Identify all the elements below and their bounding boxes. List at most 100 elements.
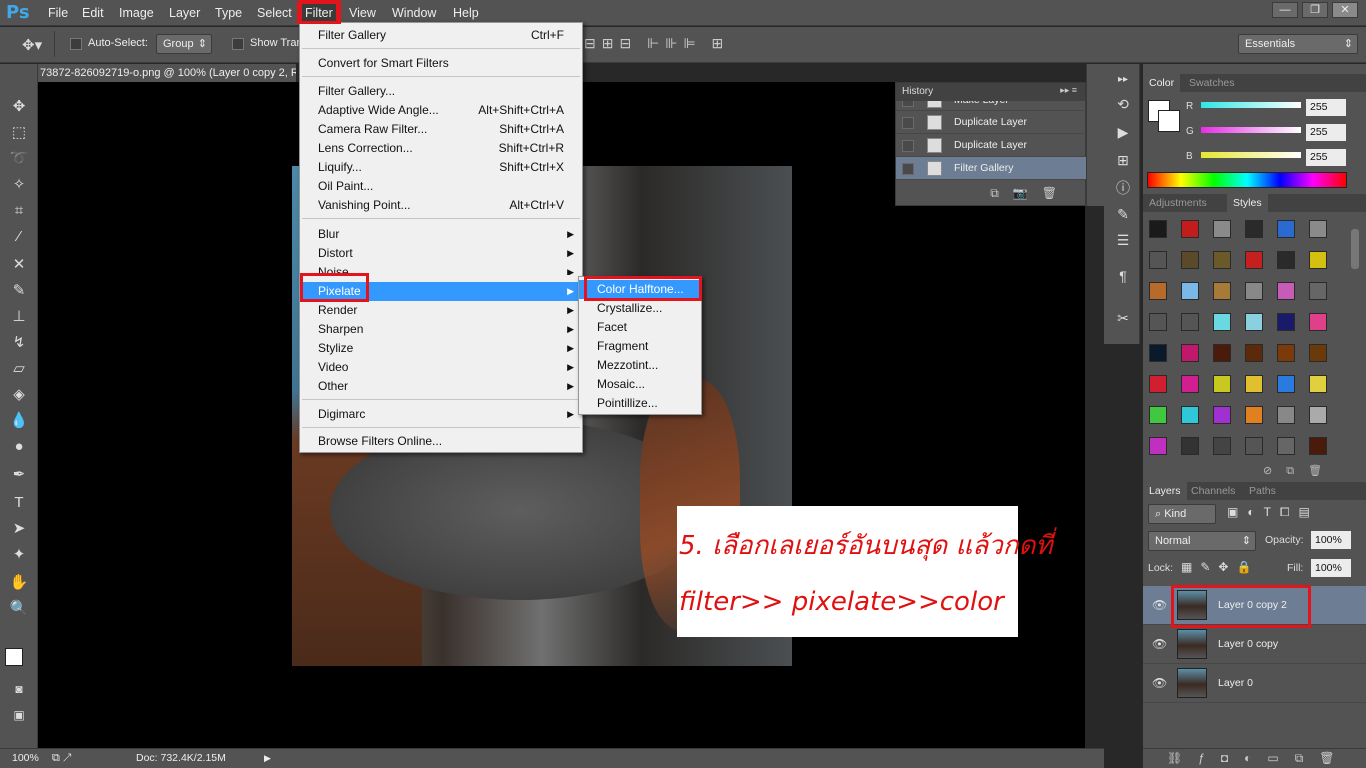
layer-row[interactable]: 👁 Layer 0 copy: [1143, 625, 1366, 664]
history-checkbox[interactable]: [902, 163, 914, 175]
dodge-tool-icon[interactable]: ●: [8, 436, 30, 458]
expand-icon[interactable]: ▸▸: [1113, 70, 1133, 90]
paint-bucket-icon[interactable]: ◈: [8, 384, 30, 406]
zoom-level[interactable]: 100%: [12, 749, 39, 768]
screen-mode-icon[interactable]: ▣: [8, 704, 30, 726]
style-swatch[interactable]: [1309, 313, 1327, 331]
tab-adjustments[interactable]: Adjustments: [1143, 194, 1213, 212]
style-swatch[interactable]: [1213, 282, 1231, 300]
paragraph-panel-icon[interactable]: ¶: [1113, 266, 1133, 286]
layer-row[interactable]: 👁 Layer 0: [1143, 664, 1366, 703]
minimize-button[interactable]: —: [1272, 2, 1298, 18]
style-swatch[interactable]: [1181, 220, 1199, 238]
style-swatch[interactable]: [1277, 251, 1295, 269]
style-swatch[interactable]: [1245, 282, 1263, 300]
workspace-dropdown[interactable]: Essentials ⇕: [1238, 34, 1358, 54]
style-swatch[interactable]: [1277, 406, 1295, 424]
healing-brush-icon[interactable]: ✕: [8, 254, 30, 276]
style-swatch[interactable]: [1245, 437, 1263, 455]
marquee-tool-icon[interactable]: ⬚: [8, 122, 30, 144]
shape-tool-icon[interactable]: ✦: [8, 544, 30, 566]
style-swatch[interactable]: [1277, 220, 1295, 238]
menu-item-other[interactable]: Other ▶: [300, 377, 582, 396]
background-color-chip[interactable]: [1158, 110, 1180, 132]
layers-footer-icons[interactable]: ⛓ƒ◘◐▭⧉🗑: [1143, 748, 1366, 768]
style-swatch[interactable]: [1149, 251, 1167, 269]
stamp-tool-icon[interactable]: ⊥: [8, 306, 30, 328]
restore-button[interactable]: ❐: [1302, 2, 1328, 18]
style-swatch[interactable]: [1213, 220, 1231, 238]
styles-footer-icons[interactable]: ⊘⧉🗑: [1263, 464, 1336, 478]
style-swatch[interactable]: [1181, 375, 1199, 393]
submenu-mezzotint[interactable]: Mezzotint...: [579, 356, 701, 375]
style-swatch[interactable]: [1213, 313, 1231, 331]
menu-item-browse-online[interactable]: Browse Filters Online...: [300, 432, 582, 451]
eye-icon[interactable]: 👁: [1152, 637, 1167, 651]
submenu-facet[interactable]: Facet: [579, 318, 701, 337]
style-swatch[interactable]: [1309, 251, 1327, 269]
fill-field[interactable]: 100%: [1311, 559, 1351, 577]
menu-select[interactable]: Select: [255, 0, 294, 26]
submenu-fragment[interactable]: Fragment: [579, 337, 701, 356]
menu-file[interactable]: File: [46, 0, 70, 26]
menu-item-convert-smart[interactable]: Convert for Smart Filters: [300, 54, 582, 73]
style-swatch[interactable]: [1181, 251, 1199, 269]
style-swatch[interactable]: [1245, 251, 1263, 269]
menu-edit[interactable]: Edit: [80, 0, 106, 26]
style-swatch[interactable]: [1277, 437, 1295, 455]
menu-item-sharpen[interactable]: Sharpen ▶: [300, 320, 582, 339]
red-value[interactable]: 255: [1306, 99, 1346, 116]
brush-tool-icon[interactable]: ✎: [8, 280, 30, 302]
tab-swatches[interactable]: Swatches: [1183, 74, 1241, 92]
history-panel-icon[interactable]: ⟲: [1113, 94, 1133, 114]
opacity-field[interactable]: 100%: [1311, 531, 1351, 549]
history-brush-icon[interactable]: ↯: [8, 332, 30, 354]
properties-panel-icon[interactable]: ⊞: [1113, 150, 1133, 170]
quick-mask-icon[interactable]: ◙: [8, 678, 30, 700]
eyedropper-icon[interactable]: ⁄: [8, 226, 30, 248]
blue-slider[interactable]: [1201, 152, 1301, 158]
style-swatch[interactable]: [1149, 375, 1167, 393]
magic-wand-icon[interactable]: ✧: [8, 174, 30, 196]
lasso-tool-icon[interactable]: ➰: [8, 148, 30, 170]
submenu-crystallize[interactable]: Crystallize...: [579, 299, 701, 318]
status-arrow-icon[interactable]: ▶: [264, 749, 271, 768]
menu-item-filter-gallery[interactable]: Filter Gallery...: [300, 82, 582, 101]
pen-tool-icon[interactable]: ✒: [8, 464, 30, 486]
tab-styles[interactable]: Styles: [1227, 194, 1268, 212]
panel-menu-icon[interactable]: ▸▸ ≡: [1060, 85, 1077, 96]
layer-name[interactable]: Layer 0 copy: [1218, 625, 1278, 664]
auto-select-checkbox[interactable]: [70, 38, 82, 50]
menu-item-filter-gallery-last[interactable]: Filter Gallery Ctrl+F: [300, 26, 582, 45]
style-swatch[interactable]: [1181, 282, 1199, 300]
actions-panel-icon[interactable]: ▶: [1113, 122, 1133, 142]
show-transform-checkbox[interactable]: [232, 38, 244, 50]
style-swatch[interactable]: [1213, 375, 1231, 393]
info-panel-icon[interactable]: ⓘ: [1113, 178, 1133, 198]
menu-item-blur[interactable]: Blur ▶: [300, 225, 582, 244]
style-swatch[interactable]: [1149, 437, 1167, 455]
hand-tool-icon[interactable]: ✋: [8, 572, 30, 594]
history-row[interactable]: Make Layer: [896, 101, 1086, 111]
menu-item-adaptive-wide-angle[interactable]: Adaptive Wide Angle... Alt+Shift+Ctrl+A: [300, 101, 582, 120]
style-swatch[interactable]: [1245, 344, 1263, 362]
style-swatch[interactable]: [1277, 375, 1295, 393]
history-footer-icons[interactable]: ⧉📷🗑: [990, 186, 1071, 201]
document-tab[interactable]: 73872-826092719-o.png @ 100% (Layer 0 co…: [36, 64, 296, 82]
style-swatch[interactable]: [1245, 313, 1263, 331]
style-swatch[interactable]: [1181, 406, 1199, 424]
menu-item-digimarc[interactable]: Digimarc ▶: [300, 405, 582, 424]
menu-image[interactable]: Image: [117, 0, 156, 26]
menu-item-camera-raw[interactable]: Camera Raw Filter... Shift+Ctrl+A: [300, 120, 582, 139]
style-swatch[interactable]: [1309, 344, 1327, 362]
path-select-icon[interactable]: ➤: [8, 518, 30, 540]
align-icons[interactable]: ⊟⊞⊟ ⊩⊪⊫ ⊞: [584, 35, 729, 52]
style-swatch[interactable]: [1213, 251, 1231, 269]
blue-value[interactable]: 255: [1306, 149, 1346, 166]
menu-item-render[interactable]: Render ▶: [300, 301, 582, 320]
style-swatch[interactable]: [1245, 375, 1263, 393]
lock-icons[interactable]: ▦✎✥🔒: [1181, 560, 1259, 574]
color-spectrum[interactable]: [1147, 172, 1347, 188]
history-checkbox[interactable]: [902, 101, 914, 107]
red-slider[interactable]: [1201, 102, 1301, 108]
